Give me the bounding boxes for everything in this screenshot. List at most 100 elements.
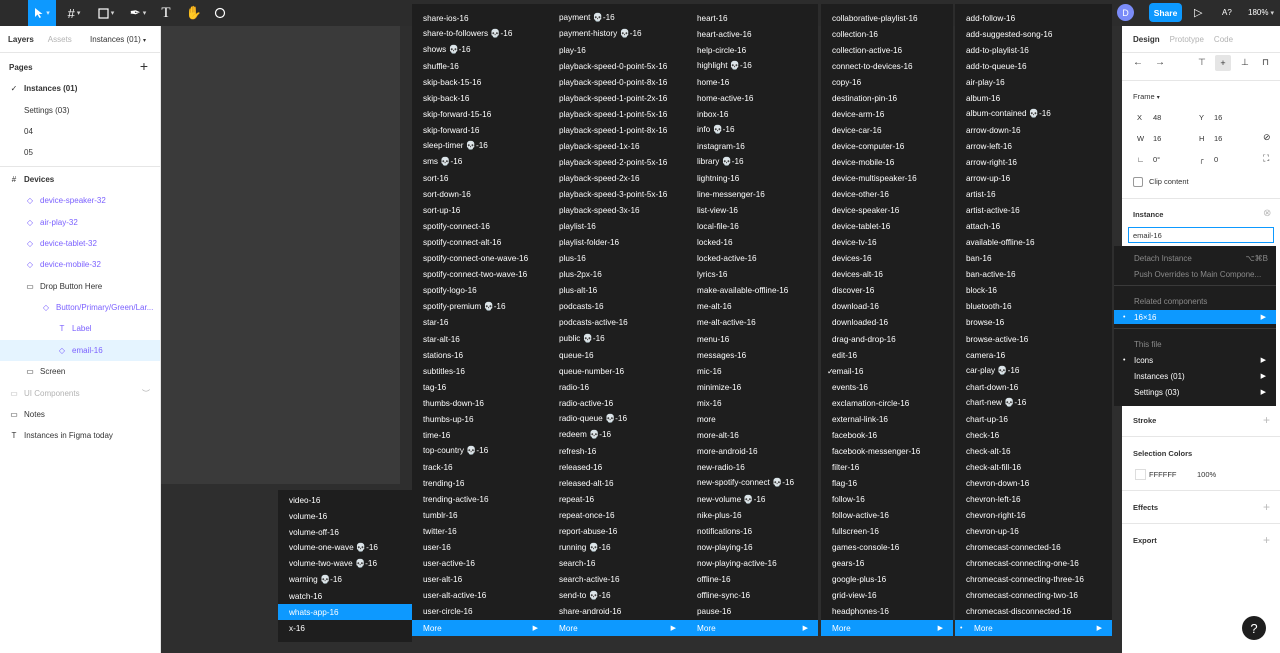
icon-menu-item[interactable]: spotify-connect-16 [412, 219, 548, 235]
icon-menu-item[interactable]: lightning-16 [686, 171, 818, 187]
layer-row[interactable]: ▭ Notes [0, 404, 160, 425]
icon-menu-item[interactable]: playback-speed-1-point-2x-16 [548, 90, 686, 106]
icon-menu-item[interactable]: user-alt-16 [412, 572, 548, 588]
icon-menu-item[interactable]: home-16 [686, 74, 818, 90]
icon-menu-item[interactable]: pause-16 [686, 604, 818, 620]
icon-menu-item[interactable]: check-16 [955, 427, 1112, 443]
layer-row[interactable]: T Instances in Figma today [0, 425, 160, 446]
icon-menu-item[interactable]: shuffle-16 [412, 58, 548, 74]
icon-menu-item[interactable]: queue-16 [548, 347, 686, 363]
icon-menu-item[interactable]: twitter-16 [412, 524, 548, 540]
layer-row[interactable]: ◇ device-mobile-32 [0, 254, 160, 275]
icon-menu-item[interactable]: chart-down-16 [955, 379, 1112, 395]
icon-menu-item[interactable]: user-circle-16 [412, 604, 548, 620]
icon-menu-item[interactable]: follow-active-16 [821, 508, 953, 524]
icon-menu-item[interactable]: chromecast-disconnected-16 [955, 604, 1112, 620]
y-input[interactable]: 16 [1214, 113, 1222, 122]
icon-menu-item[interactable]: make-available-offline-16 [686, 283, 818, 299]
icon-menu-item[interactable]: new-spotify-connect 💀-16 [686, 475, 818, 491]
icon-menu-item[interactable]: nike-plus-16 [686, 508, 818, 524]
icon-menu-item[interactable]: collection-active-16 [821, 42, 953, 58]
icon-menu-item[interactable]: playback-speed-0-point-5x-16 [548, 58, 686, 74]
icon-menu-item[interactable]: device-other-16 [821, 187, 953, 203]
align-middle-icon[interactable]: + [1215, 55, 1231, 71]
icon-menu-item[interactable]: browse-active-16 [955, 331, 1112, 347]
icon-menu-item[interactable]: chevron-right-16 [955, 508, 1112, 524]
layer-row[interactable]: ▭ Drop Button Here [0, 276, 160, 297]
icon-menu-item[interactable]: mix-16 [686, 395, 818, 411]
help-button[interactable]: ? [1242, 616, 1266, 640]
icon-menu-item[interactable]: now-playing-active-16 [686, 556, 818, 572]
icon-menu-item[interactable]: offline-16 [686, 572, 818, 588]
shape-tool-button[interactable]: ▾ [92, 0, 120, 26]
x-input[interactable]: 48 [1153, 113, 1161, 122]
icon-menu-item[interactable]: heart-active-16 [686, 26, 818, 42]
icon-menu-item[interactable]: lyrics-16 [686, 267, 818, 283]
icon-menu-item[interactable]: new-volume 💀-16 [686, 492, 818, 508]
library-instances-item[interactable]: Instances (01) ▶ [1114, 369, 1276, 383]
icon-menu-item[interactable]: messages-16 [686, 347, 818, 363]
icon-menu-item[interactable]: sort-16 [412, 171, 548, 187]
icon-menu-item[interactable]: grid-view-16 [821, 588, 953, 604]
icon-menu-item[interactable]: playback-speed-2x-16 [548, 171, 686, 187]
icon-menu-item[interactable]: running 💀-16 [548, 540, 686, 556]
hand-tool-button[interactable]: ✋ [182, 0, 206, 26]
icon-menu-item[interactable]: downloaded-16 [821, 315, 953, 331]
icon-menu-item[interactable]: arrow-up-16 [955, 171, 1112, 187]
page-item[interactable]: ✓ Instances (01) [0, 78, 160, 99]
icon-menu-item[interactable]: repeat-16 [548, 492, 686, 508]
add-export-icon[interactable]: + [1263, 533, 1270, 547]
icon-menu-item[interactable]: tag-16 [412, 379, 548, 395]
color-hex[interactable]: FFFFFF [1149, 470, 1177, 479]
tab-prototype[interactable]: Prototype [1170, 35, 1204, 44]
layer-row[interactable]: ◇ air-play-32 [0, 211, 160, 232]
icon-menu-item[interactable]: spotify-logo-16 [412, 283, 548, 299]
icon-menu-item[interactable]: user-alt-active-16 [412, 588, 548, 604]
icon-menu-item[interactable]: me-alt-16 [686, 299, 818, 315]
layer-row[interactable]: # Devices [0, 169, 160, 190]
icon-menu-item[interactable]: help-circle-16 [686, 42, 818, 58]
pen-tool-button[interactable]: ✒ ▾ [124, 0, 152, 26]
frame-dropdown[interactable]: Frame ▾ [1133, 92, 1160, 101]
icon-menu-item[interactable]: plus-alt-16 [548, 283, 686, 299]
icon-menu-item[interactable]: released-16 [548, 459, 686, 475]
layer-row[interactable]: ◇ device-tablet-32 [0, 233, 160, 254]
icon-menu-item[interactable]: refresh-16 [548, 443, 686, 459]
icon-menu-item[interactable]: destination-pin-16 [821, 90, 953, 106]
instance-swap-dropdown[interactable]: email-16 [1128, 227, 1274, 243]
add-stroke-icon[interactable]: + [1263, 413, 1270, 427]
visibility-icon[interactable]: ︶ [142, 388, 150, 399]
icon-menu-item[interactable]: add-to-playlist-16 [955, 42, 1112, 58]
icon-menu-item[interactable]: playback-speed-3-point-5x-16 [548, 187, 686, 203]
more-item[interactable]: More ▶ [548, 620, 686, 636]
icon-menu-item[interactable]: chromecast-connected-16 [955, 540, 1112, 556]
icon-menu-item[interactable]: subtitles-16 [412, 363, 548, 379]
icon-menu-item[interactable]: album-16 [955, 90, 1112, 106]
icon-menu-item[interactable]: follow-16 [821, 492, 953, 508]
icon-menu-item[interactable]: device-tablet-16 [821, 219, 953, 235]
distribute-icon[interactable]: ⊓ [1262, 57, 1269, 68]
layer-row[interactable]: T Label [0, 318, 160, 339]
more-item[interactable]: More ▶ [412, 620, 548, 636]
icon-menu-item[interactable]: attach-16 [955, 219, 1112, 235]
icon-menu-item[interactable]: notifications-16 [686, 524, 818, 540]
icon-menu-item[interactable]: device-speaker-16 [821, 203, 953, 219]
add-page-icon[interactable]: + [140, 58, 148, 74]
icon-menu-item[interactable]: star-16 [412, 315, 548, 331]
icon-menu-item[interactable]: plus-2px-16 [548, 267, 686, 283]
move-tool-button[interactable]: ▾ [28, 0, 56, 26]
icon-menu-item[interactable]: volume-two-wave 💀-16 [278, 556, 412, 572]
tab-assets[interactable]: Assets [48, 35, 72, 44]
icon-menu-item[interactable]: external-link-16 [821, 411, 953, 427]
icon-menu-item[interactable]: video-16 [278, 492, 412, 508]
icon-menu-item[interactable]: released-alt-16 [548, 475, 686, 491]
icon-menu-item[interactable]: search-16 [548, 556, 686, 572]
layer-row[interactable]: ◇ device-speaker-32 [0, 190, 160, 211]
icon-menu-item[interactable]: filter-16 [821, 459, 953, 475]
icon-menu-item[interactable]: instagram-16 [686, 138, 818, 154]
icon-menu-item[interactable]: more-alt-16 [686, 427, 818, 443]
icon-menu-item[interactable]: artist-16 [955, 187, 1112, 203]
icon-menu-item[interactable]: devices-16 [821, 251, 953, 267]
icon-menu-item[interactable]: podcasts-active-16 [548, 315, 686, 331]
icon-menu-item[interactable]: discover-16 [821, 283, 953, 299]
